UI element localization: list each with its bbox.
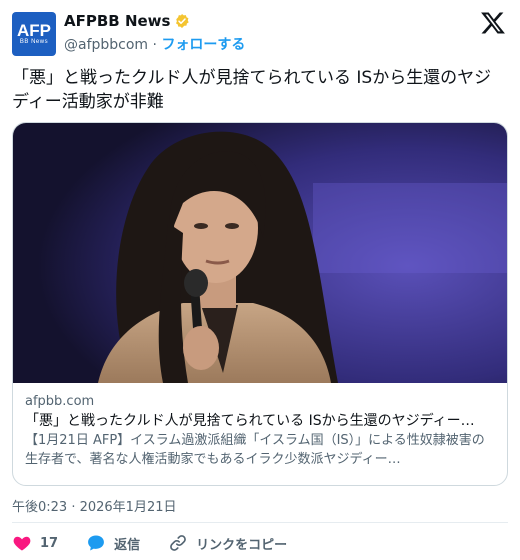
- avatar-logo-subtext: BB News: [19, 39, 49, 45]
- tweet-timestamp[interactable]: 午後0:23 · 2026年1月21日: [12, 496, 177, 515]
- copy-link-button[interactable]: リンクをコピー: [168, 533, 287, 553]
- article-photo: [13, 123, 507, 383]
- x-logo-icon[interactable]: [480, 10, 506, 36]
- reply-label: 返信: [114, 537, 141, 553]
- like-count: 17: [40, 535, 59, 551]
- reply-button[interactable]: 返信: [86, 533, 140, 553]
- avatar-logo-text: AFP: [17, 21, 51, 40]
- follow-button[interactable]: フォローする: [161, 37, 245, 53]
- link-description: 【1月21日 AFP】イスラム過激派組織「イスラム国（IS）」による性奴隷被害の…: [25, 433, 485, 467]
- link-domain: afpbb.com: [25, 394, 95, 409]
- heart-icon: [13, 536, 31, 551]
- link-preview-card[interactable]: afpbb.com 「悪」と戦ったクルド人が見捨てられている ISから生還のヤジ…: [12, 122, 508, 486]
- account-name[interactable]: AFPBB News: [64, 12, 170, 30]
- action-bar: 17 返信 リンクをコピー: [12, 533, 315, 553]
- link-icon: [170, 535, 186, 551]
- account-avatar[interactable]: AFP BB News: [12, 12, 56, 56]
- account-name-row: AFPBB News: [64, 12, 190, 30]
- like-button[interactable]: 17: [12, 533, 58, 553]
- link-title[interactable]: 「悪」と戦ったクルド人が見捨てられている ISから生還のヤジディー…: [25, 411, 495, 431]
- tweet-text: 「悪」と戦ったクルド人が見捨てられている ISから生還のヤジディー活動家が非難: [12, 68, 492, 112]
- reply-bubble-icon: [88, 535, 105, 551]
- account-handle-row: @afpbbcom · フォローする: [64, 34, 245, 54]
- tweet-embed-card: AFP BB News AFPBB News @afpbbcom · フォローす…: [0, 0, 520, 560]
- link-card-meta: afpbb.com 「悪」と戦ったクルド人が見捨てられている ISから生還のヤジ…: [25, 393, 495, 469]
- copy-link-label: リンクをコピー: [196, 537, 288, 553]
- verified-badge-icon: [176, 14, 190, 28]
- divider: [12, 522, 508, 523]
- account-handle[interactable]: @afpbbcom: [64, 37, 148, 53]
- handle-separator: ·: [152, 37, 157, 53]
